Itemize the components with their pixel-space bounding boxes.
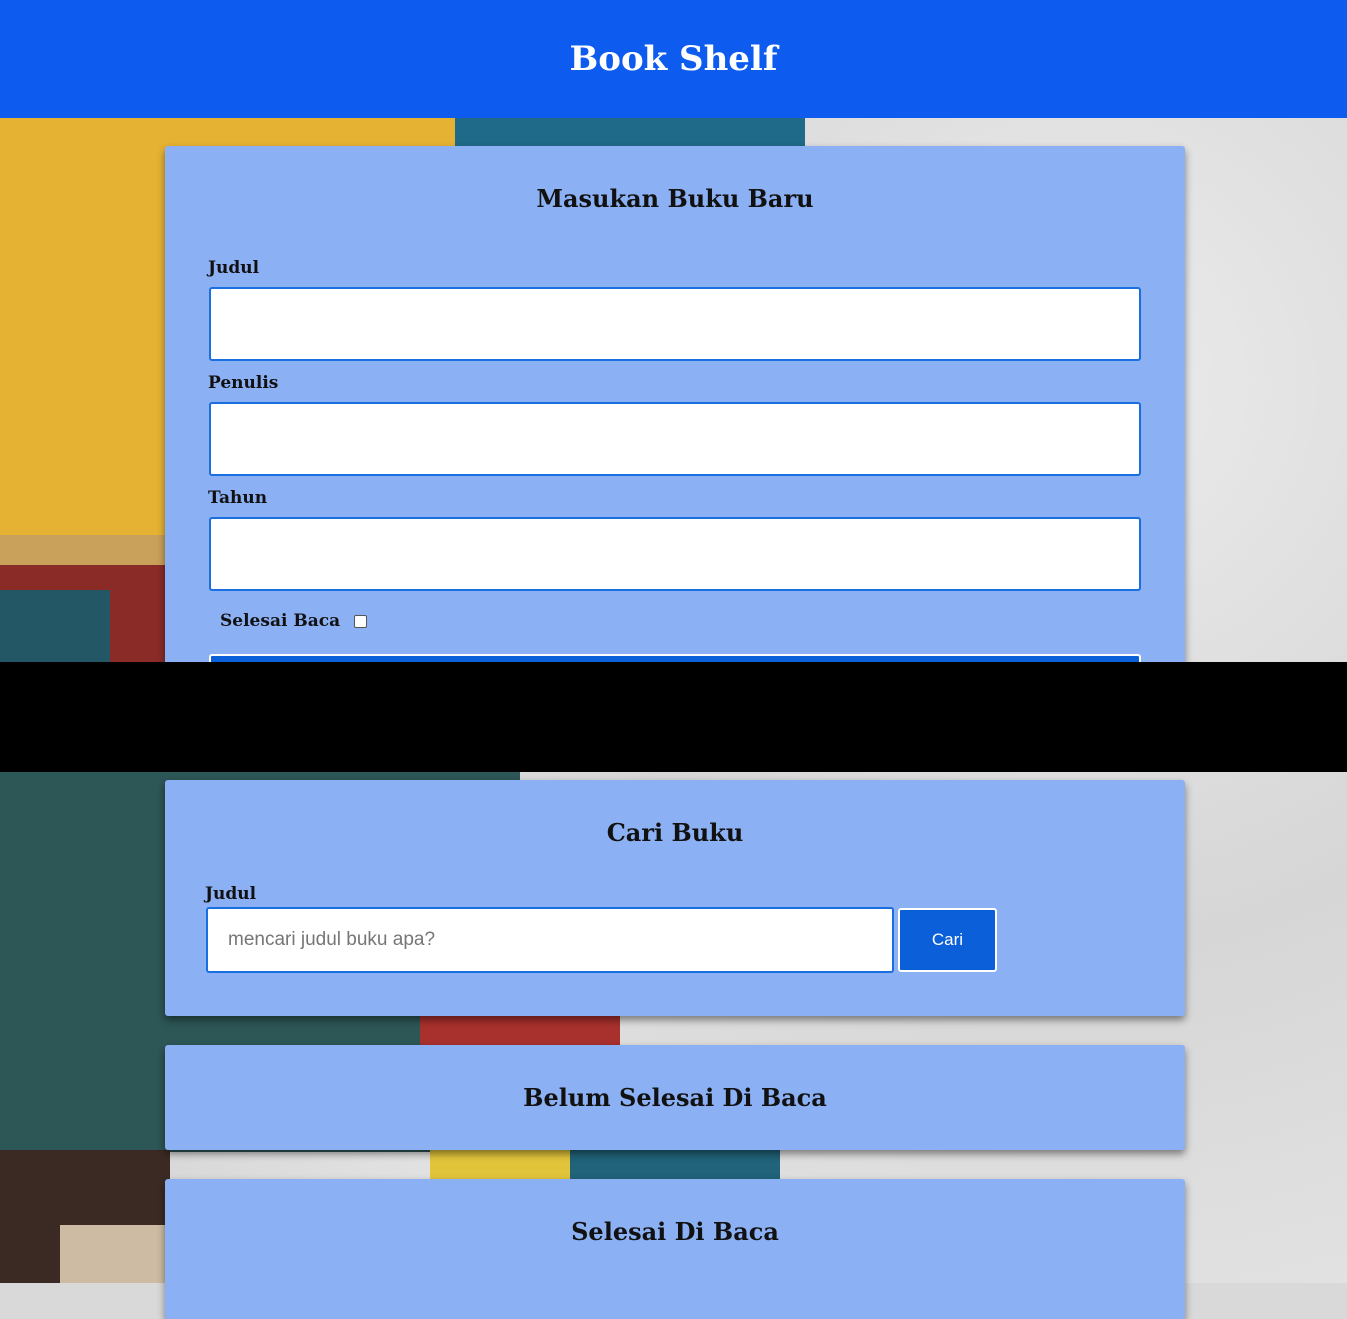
unread-books-title: Belum Selesai Di Baca bbox=[523, 1083, 827, 1112]
occluded-region bbox=[0, 662, 1347, 772]
finished-reading-row: Selesai Baca bbox=[220, 611, 368, 631]
add-book-title: Masukan Buku Baru bbox=[536, 184, 814, 213]
search-button[interactable]: Cari bbox=[898, 908, 997, 972]
year-input[interactable] bbox=[209, 517, 1141, 591]
search-input[interactable] bbox=[206, 907, 894, 973]
read-books-card: Selesai Di Baca bbox=[165, 1179, 1185, 1319]
title-input[interactable] bbox=[209, 287, 1141, 361]
search-title-label: Judul bbox=[205, 884, 257, 904]
app-header: Book Shelf bbox=[0, 0, 1347, 118]
title-label: Judul bbox=[208, 258, 260, 278]
finished-reading-label: Selesai Baca bbox=[220, 611, 341, 631]
read-books-title: Selesai Di Baca bbox=[571, 1217, 779, 1246]
search-book-title: Cari Buku bbox=[606, 818, 744, 847]
author-label: Penulis bbox=[208, 373, 279, 393]
app-title: Book Shelf bbox=[569, 39, 778, 79]
year-label: Tahun bbox=[208, 488, 268, 508]
author-input[interactable] bbox=[209, 402, 1141, 476]
finished-reading-checkbox[interactable] bbox=[354, 614, 368, 628]
unread-books-card: Belum Selesai Di Baca bbox=[165, 1045, 1185, 1150]
search-book-card: Cari Buku Judul Cari bbox=[165, 780, 1185, 1016]
add-book-card: Masukan Buku Baru Judul Penulis Tahun Se… bbox=[165, 146, 1185, 684]
